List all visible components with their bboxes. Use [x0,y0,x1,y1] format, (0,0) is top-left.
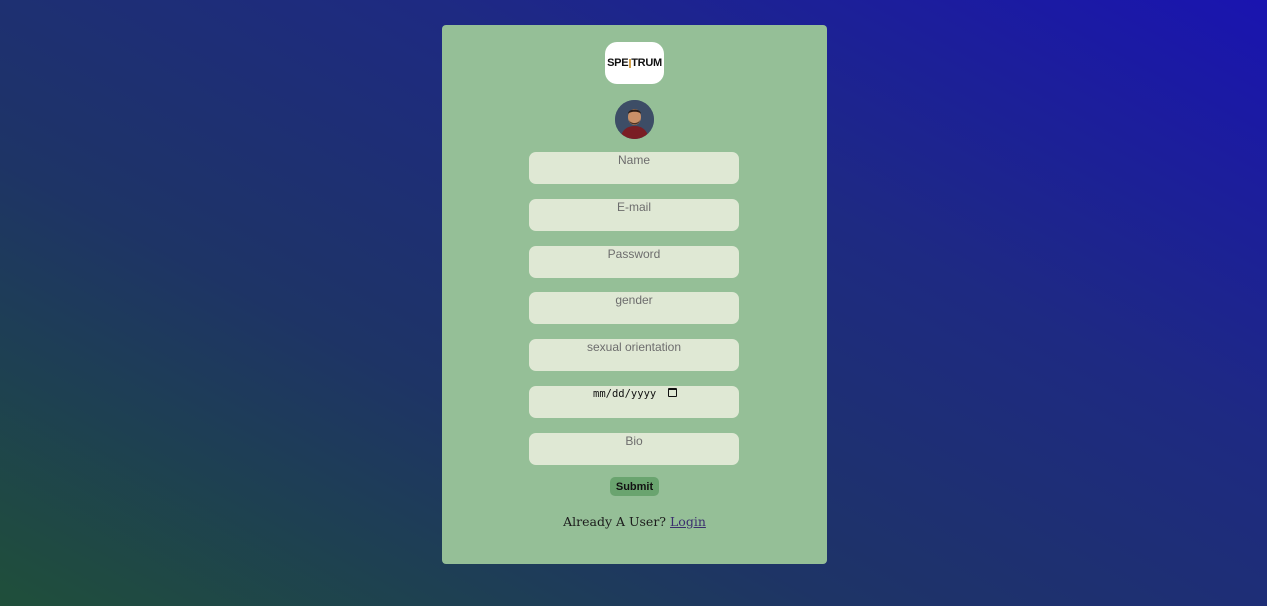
logo-text-right: TRUM [631,57,662,69]
spectrum-logo: SPE TRUM [605,42,664,84]
date-placeholder: mm/dd/yyyy [593,388,657,400]
login-link[interactable]: Login [670,514,706,529]
birthdate-field[interactable]: mm/dd/yyyy [529,386,739,418]
already-user-text: Already A User? [563,514,667,529]
email-field[interactable]: E-mail [529,199,739,231]
login-prompt: Already A User? Login [442,514,827,529]
avatar[interactable] [615,100,654,139]
signup-card: SPE TRUM Name E-mail Password gender sexu… [442,25,827,564]
submit-button[interactable]: Submit [610,477,659,496]
name-field[interactable]: Name [529,152,739,184]
calendar-icon[interactable] [668,388,677,397]
sexual-orientation-field[interactable]: sexual orientation [529,339,739,371]
avatar-image [615,100,654,139]
logo-text-left: SPE [607,57,629,69]
gender-field[interactable]: gender [529,292,739,324]
bio-field[interactable]: Bio [529,433,739,465]
password-field[interactable]: Password [529,246,739,278]
